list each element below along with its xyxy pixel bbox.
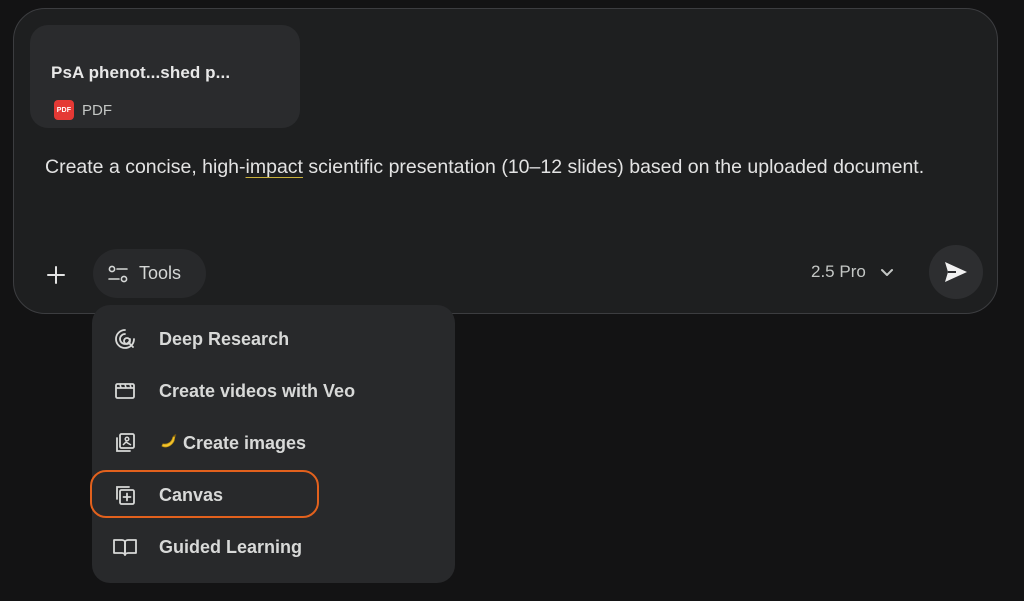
- plus-icon: [47, 266, 65, 284]
- menu-item-label: Create videos with Veo: [159, 380, 356, 401]
- model-selector[interactable]: 2.5 Pro: [811, 257, 894, 287]
- tools-sliders-icon: [108, 265, 128, 282]
- book-icon: [112, 534, 138, 560]
- tools-button-label: Tools: [139, 263, 182, 283]
- attachment-type-row: PDF PDF: [54, 100, 112, 120]
- send-button[interactable]: [929, 245, 983, 299]
- chevron-down-icon: [880, 269, 893, 276]
- menu-item-label-wrapper: Create images: [159, 433, 306, 454]
- video-clapper-icon: [112, 378, 138, 404]
- banana-icon: [161, 433, 177, 447]
- canvas-icon: [112, 482, 138, 508]
- deep-research-icon: [112, 326, 138, 352]
- image-gallery-icon: [112, 430, 138, 456]
- attachment-type-label: PDF: [82, 101, 112, 119]
- attachment-name: PsA phenot...shed p...: [51, 63, 231, 82]
- menu-item-label: Deep Research: [159, 328, 290, 349]
- menu-item-label: Guided Learning: [159, 536, 303, 557]
- send-icon: [945, 262, 967, 282]
- prompt-input[interactable]: Create a concise, high-impact scientific…: [45, 152, 945, 183]
- menu-item-guided-learning[interactable]: Guided Learning: [92, 527, 455, 567]
- menu-item-create-videos[interactable]: Create videos with Veo: [92, 371, 455, 411]
- menu-item-deep-research[interactable]: Deep Research: [92, 319, 455, 359]
- menu-item-create-images[interactable]: Create images: [92, 423, 455, 463]
- menu-item-canvas[interactable]: Canvas: [92, 475, 455, 515]
- tools-button[interactable]: Tools: [93, 249, 206, 298]
- prompt-flagged-word: impact: [245, 156, 303, 178]
- prompt-composer: PsA phenot...shed p... PDF PDF Create a …: [13, 8, 998, 314]
- attachment-card[interactable]: PsA phenot...shed p... PDF PDF: [30, 25, 300, 128]
- add-button[interactable]: [38, 257, 74, 293]
- pdf-icon: PDF: [54, 100, 74, 120]
- menu-item-label: Create images: [183, 432, 307, 453]
- model-selector-label: 2.5 Pro: [811, 262, 866, 281]
- menu-item-label: Canvas: [159, 484, 224, 505]
- prompt-text-start: Create a concise, high-: [45, 156, 246, 178]
- prompt-text-end: scientific presentation (10–12 slides) b…: [302, 156, 925, 178]
- tools-menu: Deep Research Create videos with Veo Cre…: [92, 305, 455, 583]
